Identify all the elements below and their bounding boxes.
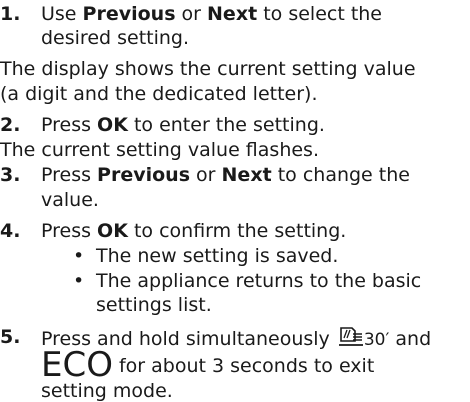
step-number: 1. [0, 3, 21, 25]
bullet-icon: • [73, 245, 85, 267]
step-text: Press Previous or Next to change the [41, 164, 410, 186]
ok-label: OK [97, 220, 128, 242]
next-label: Next [207, 3, 258, 25]
step-text: Use Previous or Next to select the [41, 3, 382, 25]
previous-label: Previous [97, 164, 191, 186]
previous-label: Previous [82, 3, 176, 25]
instructions-document: 1. Use Previous or Next to select the de… [0, 3, 432, 402]
step-number: 3. [0, 164, 21, 186]
bullet-icon: • [73, 270, 85, 292]
ok-label: OK [97, 114, 128, 136]
next-label: Next [221, 164, 272, 186]
step-number: 4. [0, 220, 21, 242]
step-text: Press OK to confirm the setting. [41, 220, 347, 242]
step-text: Press OK to enter the setting. [41, 114, 325, 136]
step-number: 2. [0, 114, 21, 136]
program-duration-label: 30′ [363, 330, 390, 350]
step-number: 5. [0, 326, 21, 348]
dishwasher-rinse-icon [338, 326, 364, 353]
eco-program-label: ECO [41, 345, 113, 385]
